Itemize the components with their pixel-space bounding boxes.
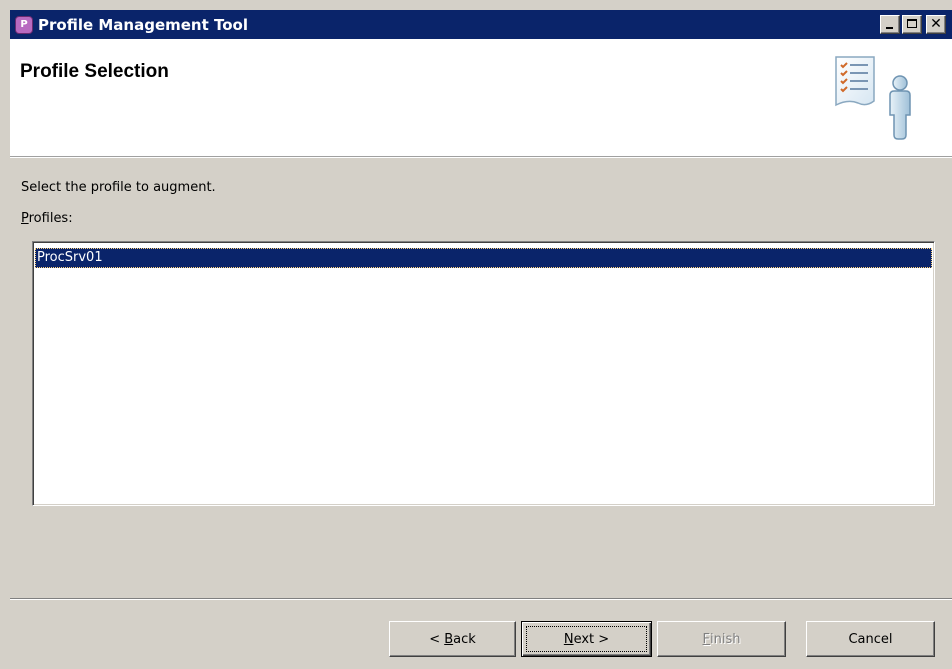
window-controls: ✕ xyxy=(880,15,946,34)
back-button-mnemonic: B xyxy=(444,631,454,647)
finish-button-rest: inish xyxy=(710,631,741,647)
profile-tool-icon: P xyxy=(15,15,33,34)
close-icon: ✕ xyxy=(930,15,942,32)
profiles-list[interactable]: ProcSrv01 xyxy=(32,241,935,506)
close-button[interactable]: ✕ xyxy=(926,15,946,34)
checklist-person-icon xyxy=(835,56,911,140)
finish-button-mnemonic: F xyxy=(702,631,710,647)
finish-button[interactable]: Finish xyxy=(657,621,786,657)
page-title: Profile Selection xyxy=(20,61,169,82)
maximize-icon xyxy=(907,19,917,28)
back-button[interactable]: < Back xyxy=(389,621,516,657)
back-button-rest: ack xyxy=(453,631,476,647)
banner-divider xyxy=(10,157,952,158)
profiles-label: Profiles: xyxy=(21,211,73,226)
maximize-button[interactable] xyxy=(902,15,922,34)
list-item-procsrv01[interactable]: ProcSrv01 xyxy=(35,248,932,268)
minimize-button[interactable] xyxy=(880,15,900,34)
back-button-prefix: < xyxy=(429,631,445,647)
title-bar[interactable]: P Profile Management Tool ✕ xyxy=(10,10,952,39)
focus-ring xyxy=(526,626,647,652)
footer-divider-highlight xyxy=(10,599,952,600)
window-title: Profile Management Tool xyxy=(38,15,248,34)
profile-management-window: P Profile Management Tool ✕ Profile Sele… xyxy=(0,0,952,669)
profiles-label-rest: rofiles: xyxy=(28,211,73,226)
profiles-label-mnemonic: P xyxy=(21,211,29,226)
instruction-text: Select the profile to augment. xyxy=(21,180,216,195)
minimize-icon xyxy=(886,27,893,29)
next-button[interactable]: Next > xyxy=(521,621,652,657)
cancel-button[interactable]: Cancel xyxy=(806,621,935,657)
header-banner: Profile Selection xyxy=(10,39,952,157)
